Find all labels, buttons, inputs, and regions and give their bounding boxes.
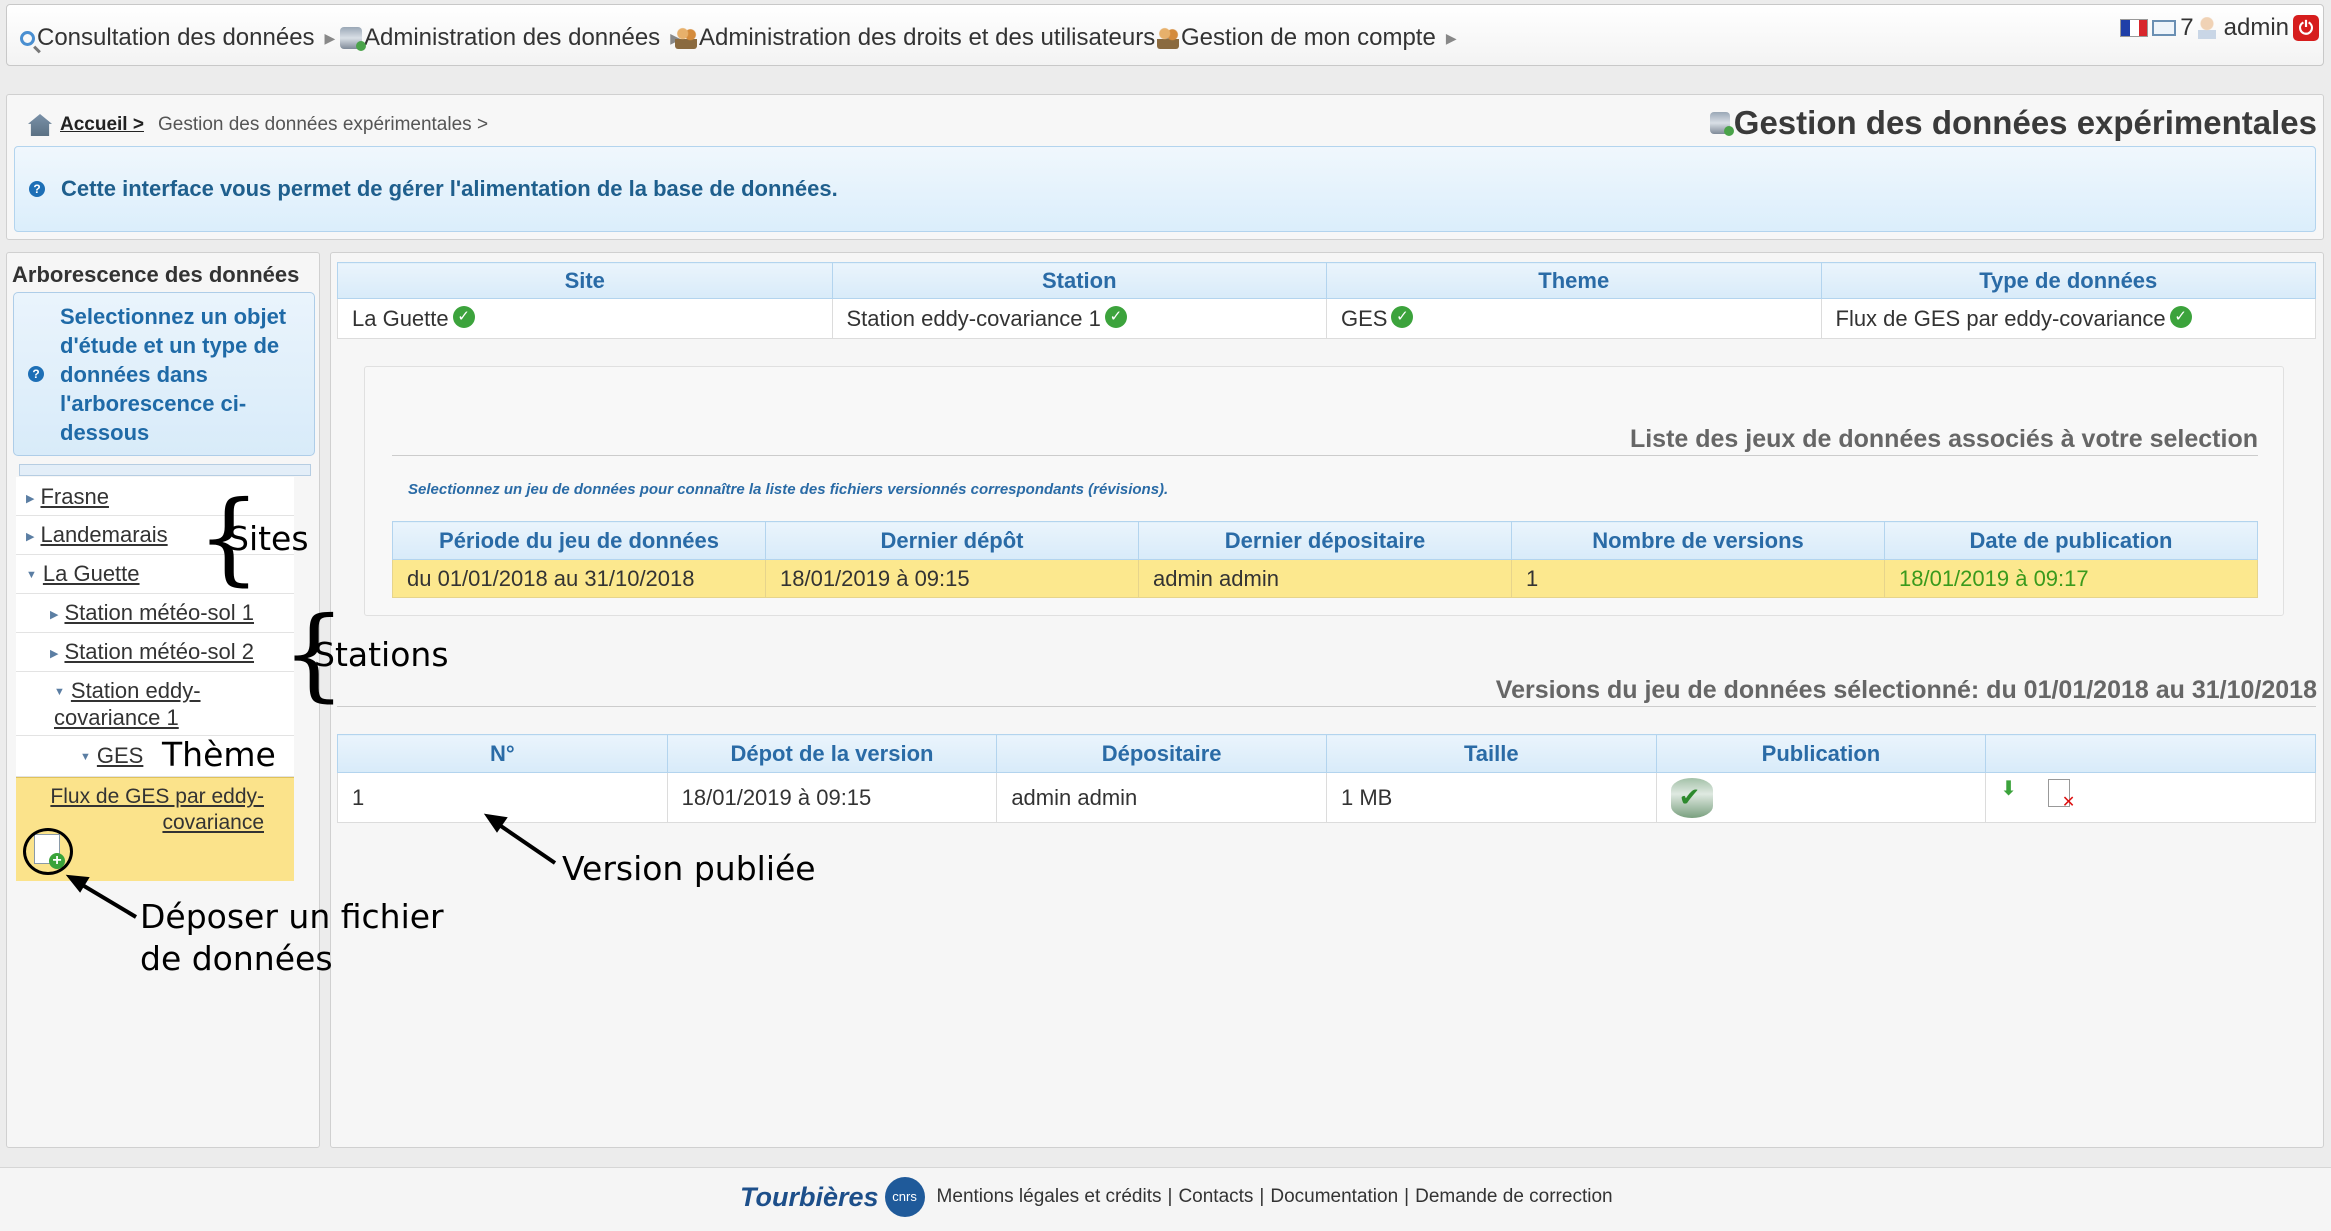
footer-content: Tourbières cnrs Mentions légales et créd… <box>740 1177 1613 1217</box>
footer-link-mentions[interactable]: Mentions légales et crédits <box>937 1186 1162 1208</box>
tourbieres-logo: Tourbières <box>740 1181 879 1212</box>
footer-link-correction[interactable]: Demande de correction <box>1415 1186 1613 1208</box>
footer-link-contacts[interactable]: Contacts <box>1178 1186 1253 1208</box>
annotation-arrows <box>65 813 557 919</box>
cnrs-logo: cnrs <box>884 1177 925 1217</box>
footer-link-documentation[interactable]: Documentation <box>1270 1186 1398 1208</box>
